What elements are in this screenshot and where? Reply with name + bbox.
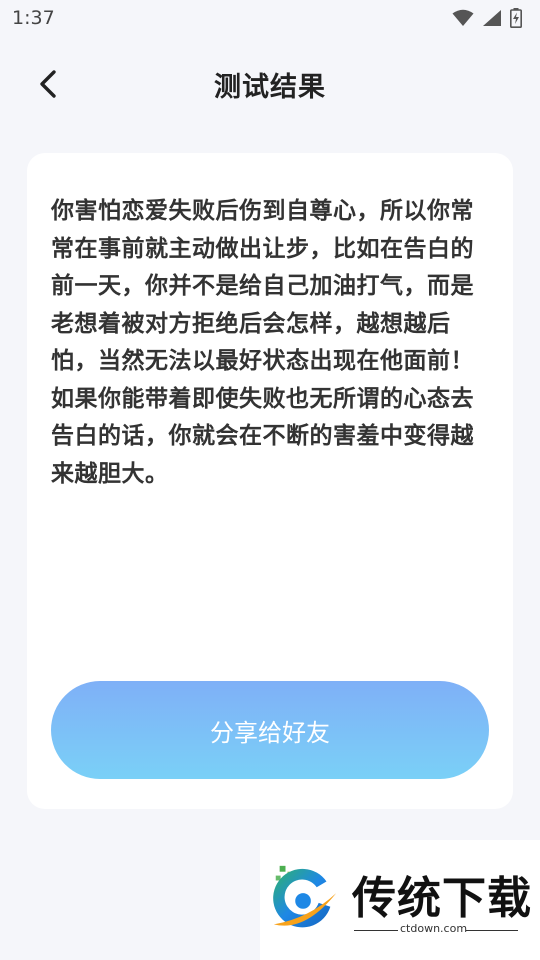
status-time: 1:37 bbox=[12, 7, 55, 29]
status-bar: 1:37 bbox=[0, 0, 540, 36]
watermark-url: ctdown.com bbox=[400, 922, 468, 935]
result-card: 你害怕恋爱失败后伤到自尊心，所以你常常在事前就主动做出让步，比如在告白的前一天，… bbox=[27, 153, 513, 809]
chevron-left-icon bbox=[40, 70, 56, 98]
watermark-divider-right bbox=[466, 930, 518, 931]
back-button[interactable] bbox=[28, 64, 68, 104]
wifi-icon bbox=[452, 9, 474, 26]
signal-icon bbox=[483, 10, 501, 26]
header: 测试结果 bbox=[0, 52, 540, 116]
watermark-title: 传统下载 bbox=[352, 873, 532, 924]
watermark: 传统下载 ctdown.com bbox=[260, 840, 540, 960]
share-button[interactable]: 分享给好友 bbox=[51, 681, 489, 779]
page-title: 测试结果 bbox=[214, 71, 326, 103]
ctdown-logo-icon bbox=[273, 865, 337, 928]
watermark-divider-left bbox=[354, 930, 398, 931]
result-text: 你害怕恋爱失败后伤到自尊心，所以你常常在事前就主动做出让步，比如在告白的前一天，… bbox=[51, 198, 474, 487]
battery-charging-icon bbox=[510, 8, 522, 28]
status-icons bbox=[452, 8, 522, 28]
